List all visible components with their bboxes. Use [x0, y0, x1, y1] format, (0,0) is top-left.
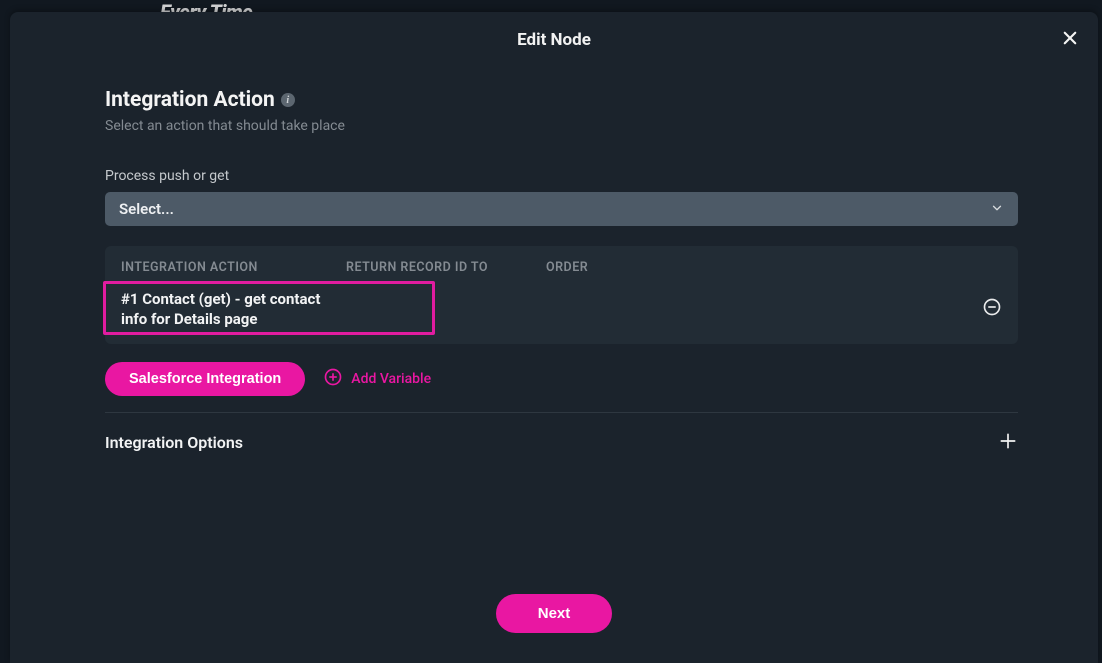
- table-header-row: INTEGRATION ACTION RETURN RECORD ID TO O…: [105, 246, 1018, 289]
- info-icon[interactable]: i: [281, 93, 295, 107]
- salesforce-integration-button[interactable]: Salesforce Integration: [105, 362, 305, 396]
- col-header-action: INTEGRATION ACTION: [121, 260, 346, 275]
- close-button[interactable]: [1056, 26, 1084, 54]
- col-header-return: RETURN RECORD ID TO: [346, 260, 546, 275]
- divider: [105, 412, 1018, 413]
- row-action-text: #1 Contact (get) - get contact info for …: [121, 289, 346, 330]
- modal-title: Edit Node: [517, 30, 591, 50]
- select-placeholder: Select...: [119, 200, 174, 218]
- add-variable-button[interactable]: Add Variable: [323, 367, 431, 391]
- plus-circle-icon: [323, 367, 343, 391]
- table-row[interactable]: #1 Contact (get) - get contact info for …: [105, 289, 1018, 344]
- section-subtitle: Select an action that should take place: [105, 118, 1018, 134]
- col-header-order: ORDER: [546, 260, 1002, 275]
- close-icon: [1061, 29, 1079, 51]
- plus-icon: [998, 431, 1018, 455]
- add-variable-label: Add Variable: [351, 371, 431, 387]
- next-button[interactable]: Next: [496, 594, 613, 633]
- chevron-down-icon: [990, 200, 1004, 219]
- modal-header: Edit Node: [10, 12, 1098, 68]
- process-select[interactable]: Select...: [105, 192, 1018, 226]
- remove-row-button[interactable]: [982, 297, 1002, 321]
- integration-options-toggle[interactable]: Integration Options: [105, 431, 1018, 455]
- edit-node-modal: Edit Node Integration Action i Select an…: [10, 12, 1098, 663]
- minus-circle-icon: [982, 302, 1002, 321]
- integration-options-label: Integration Options: [105, 433, 243, 452]
- section-title: Integration Action: [105, 88, 275, 112]
- process-field-label: Process push or get: [105, 168, 1018, 184]
- integration-table: INTEGRATION ACTION RETURN RECORD ID TO O…: [105, 246, 1018, 344]
